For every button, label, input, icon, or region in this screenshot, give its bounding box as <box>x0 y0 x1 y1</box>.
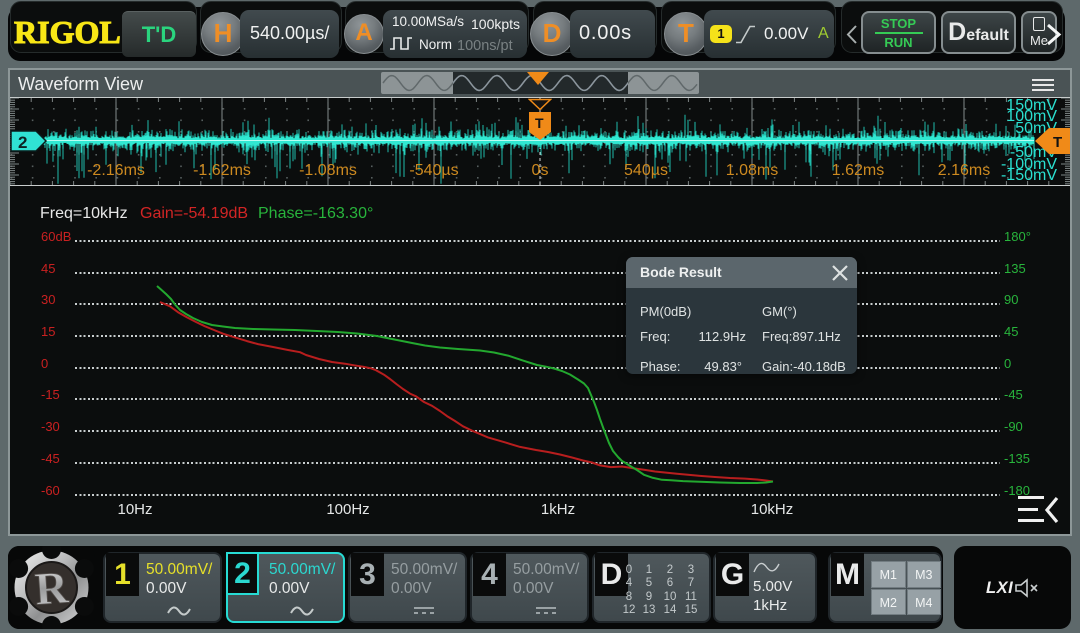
svg-text:2: 2 <box>18 133 27 152</box>
svg-text:R: R <box>33 561 70 614</box>
svg-text:T: T <box>1053 134 1062 151</box>
svg-text:T: T <box>535 115 544 131</box>
